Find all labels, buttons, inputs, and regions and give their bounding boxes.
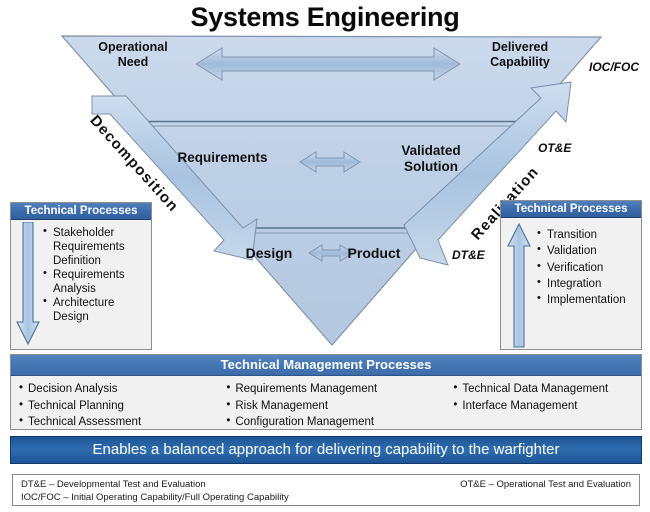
up-arrow-icon — [507, 222, 531, 348]
list-item: Stakeholder Requirements Definition — [43, 225, 148, 268]
list-item: Configuration Management — [226, 413, 453, 431]
label-product: Product — [347, 245, 401, 261]
label-validated-solution: Validated Solution — [375, 143, 487, 175]
technical-management-processes-header: Technical Management Processes — [11, 355, 641, 376]
technical-processes-left-body: Stakeholder Requirements Definition Requ… — [11, 220, 151, 349]
label-requirements: Requirements — [177, 150, 268, 165]
technical-processes-left-box: Technical Processes Stakeholder Requirem… — [10, 202, 152, 350]
technical-processes-right-body: Transition Validation Verification Integ… — [501, 218, 641, 349]
list-item: Requirements Management — [226, 380, 453, 398]
list-item: Transition — [537, 226, 638, 243]
list-item: Validation — [537, 242, 638, 259]
value-statement-banner: Enables a balanced approach for deliveri… — [10, 436, 642, 464]
technical-management-processes-block: Technical Management Processes Decision … — [10, 354, 642, 430]
legend-ot-e: OT&E – Operational Test and Evaluation — [460, 479, 631, 490]
validated-solution-line1: Validated — [401, 143, 461, 158]
technical-management-column-1: Decision Analysis Technical Planning Tec… — [11, 380, 226, 431]
label-dt-e: DT&E — [452, 248, 485, 262]
list-item: Implementation — [537, 291, 638, 308]
list-item: Architecture Design — [43, 295, 148, 324]
delivered-capability-line1: Delivered — [491, 40, 549, 54]
technical-processes-right-header: Technical Processes — [501, 201, 641, 218]
list-item: Verification — [537, 259, 638, 276]
acronym-legend: DT&E – Developmental Test and Evaluation… — [12, 474, 640, 506]
down-arrow-icon — [16, 222, 40, 346]
validated-solution-line2: Solution — [404, 158, 458, 174]
legend-ioc-foc: IOC/FOC – Initial Operating Capability/F… — [21, 492, 289, 503]
list-item: Technical Assessment — [19, 413, 226, 431]
systems-engineering-diagram: Systems Engineering Operational Need Del… — [0, 0, 650, 512]
label-ioc-foc: IOC/FOC — [589, 60, 639, 74]
list-item: Requirements Analysis — [43, 267, 148, 296]
list-item: Integration — [537, 275, 638, 292]
technical-processes-right-list: Transition Validation Verification Integ… — [537, 226, 638, 309]
list-item: Technical Planning — [19, 397, 226, 415]
technical-processes-left-list: Stakeholder Requirements Definition Requ… — [43, 225, 148, 324]
operational-need-line2: Need — [117, 54, 149, 69]
list-item: Technical Data Management — [453, 380, 641, 398]
list-item: Decision Analysis — [19, 380, 226, 398]
operational-need-line1: Operational — [98, 40, 168, 54]
list-item: Risk Management — [226, 397, 453, 415]
technical-processes-right-box: Technical Processes Transition Validatio… — [500, 200, 642, 350]
list-item: Interface Management — [453, 397, 641, 415]
technical-management-column-3: Technical Data Management Interface Mana… — [453, 380, 641, 431]
label-operational-need: Operational Need — [78, 40, 188, 70]
label-delivered-capability: Delivered Capability — [460, 40, 580, 70]
technical-management-column-2: Requirements Management Risk Management … — [226, 380, 453, 431]
legend-dt-e: DT&E – Developmental Test and Evaluation — [21, 479, 206, 490]
technical-management-columns: Decision Analysis Technical Planning Tec… — [11, 376, 641, 431]
label-design: Design — [245, 245, 293, 261]
technical-processes-left-header: Technical Processes — [11, 203, 151, 220]
delivered-capability-line2: Capability — [490, 54, 550, 69]
label-ot-e: OT&E — [538, 141, 572, 155]
